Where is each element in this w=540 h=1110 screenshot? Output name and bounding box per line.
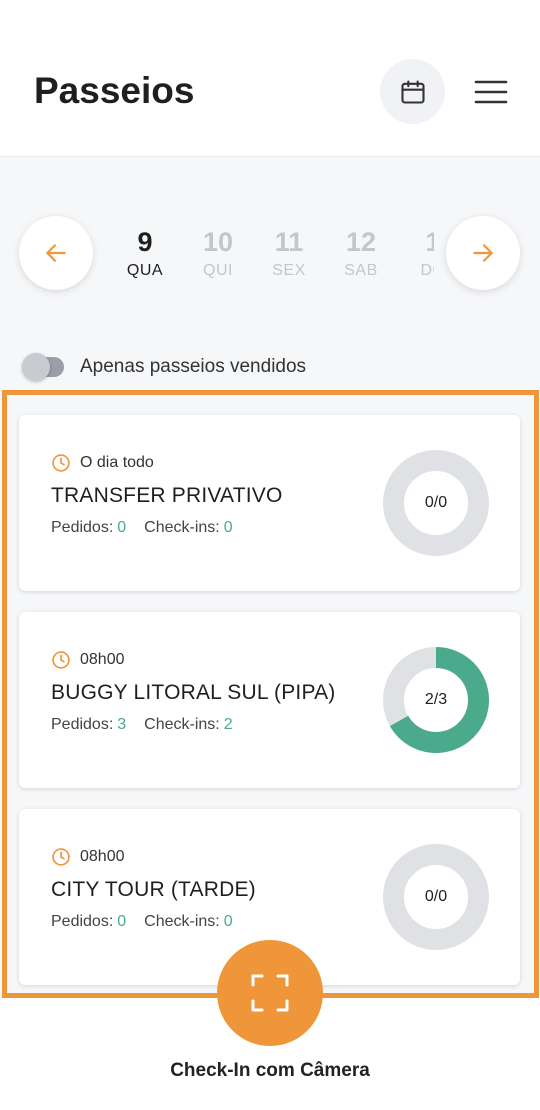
scan-frame-icon	[251, 974, 289, 1012]
camera-checkin-label: Check-In com Câmera	[170, 1060, 370, 1081]
day-item[interactable]: 10 QUI	[188, 222, 248, 280]
day-weekday: SEX	[272, 262, 306, 279]
calendar-button[interactable]	[380, 59, 445, 124]
previous-day-button[interactable]	[19, 216, 93, 290]
day-number: 9	[137, 227, 153, 257]
day-weekday: DO	[420, 262, 435, 279]
day-weekday: SAB	[344, 262, 378, 279]
arrow-right-icon	[473, 244, 493, 262]
day-item[interactable]: 12 SAB	[331, 222, 391, 280]
next-day-button[interactable]	[446, 216, 520, 290]
day-item[interactable]: 1 DO	[403, 222, 435, 280]
hamburger-menu-icon	[474, 80, 508, 104]
day-number: 12	[345, 227, 377, 257]
day-number: 1	[425, 227, 434, 257]
toggle-knob	[22, 353, 50, 381]
day-weekday: QUI	[203, 262, 233, 279]
day-weekday: QUA	[126, 262, 164, 279]
sold-tours-toggle[interactable]	[22, 353, 64, 381]
sold-tours-filter: Apenas passeios vendidos	[22, 350, 307, 384]
day-item[interactable]: 9 QUA	[115, 222, 175, 280]
day-number: 11	[274, 227, 304, 257]
app-header: Passeios	[0, 0, 540, 157]
day-item[interactable]: 11 SEX	[259, 222, 319, 280]
toggle-label: Apenas passeios vendidos	[80, 356, 307, 377]
calendar-icon	[400, 79, 425, 104]
page-title: Passeios	[34, 70, 195, 111]
camera-checkin-button[interactable]	[217, 940, 323, 1046]
day-number: 10	[202, 227, 234, 257]
date-strip[interactable]: 9 QUA 10 QUI 11 SEX 12 SAB 1 DO	[100, 222, 434, 292]
arrow-left-icon	[46, 244, 66, 262]
menu-button[interactable]	[470, 72, 512, 112]
tour-list-highlight	[2, 390, 539, 998]
